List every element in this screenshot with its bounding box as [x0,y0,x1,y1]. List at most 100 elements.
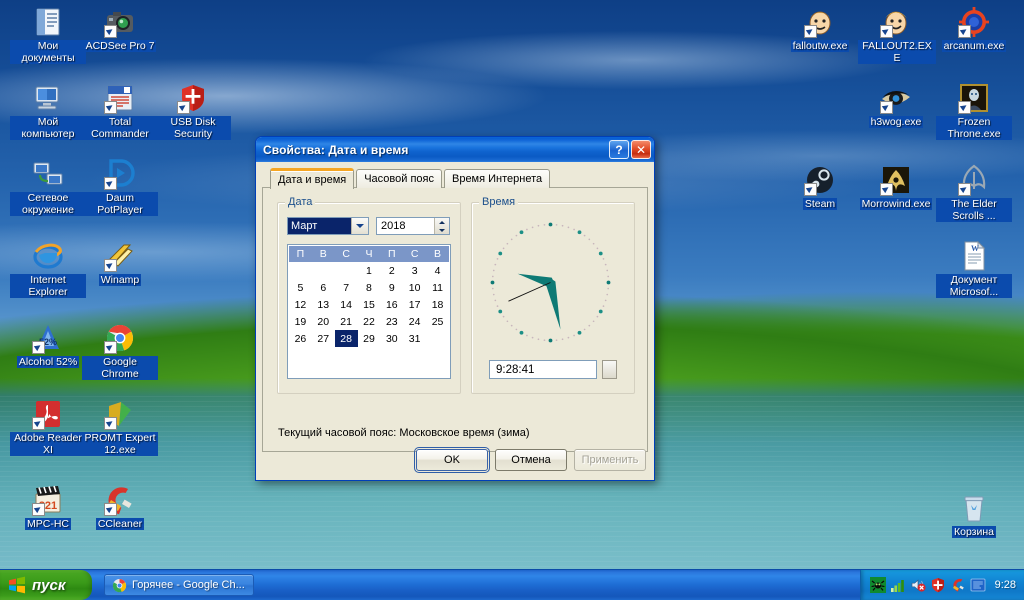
desktop-icon-heroes3-eye[interactable]: h3wog.exe [858,82,934,128]
spinner-down-icon[interactable] [435,226,449,234]
volume-muted-icon[interactable] [910,577,926,593]
desktop-icon-fallout-vaultboy[interactable]: falloutw.exe [782,6,858,52]
calendar-day-17[interactable]: 17 [403,296,426,313]
calendar-day-29[interactable]: 29 [358,330,381,347]
help-button[interactable]: ? [609,140,629,159]
desktop-icon-network-places[interactable]: Сетевое окружение [10,158,86,216]
ok-button[interactable]: OK [414,447,490,473]
network-signal-icon[interactable] [890,577,906,593]
calendar-header-row: ПВСЧПСВ [289,246,449,262]
month-dropdown[interactable]: Март [287,217,369,235]
desktop-icon-google-chrome[interactable]: Google Chrome [82,322,158,380]
desktop-icon-my-computer[interactable]: Мой компьютер [10,82,86,140]
clock-tick [588,238,591,241]
отмена-button[interactable]: Отмена [495,449,567,471]
calendar-day-8[interactable]: 8 [358,279,381,296]
date-time-properties-dialog[interactable]: Свойства: Дата и время ? ✕ Дата и время Ч… [255,136,655,481]
desktop-icon-morrowind[interactable]: Morrowind.exe [858,164,934,210]
desktop-icon-ccleaner[interactable]: CCleaner [82,484,158,530]
time-spinner[interactable] [602,360,617,379]
desktop-icon-word-document[interactable]: W Документ Microsof... [936,240,1012,298]
calendar-day-31[interactable]: 31 [403,330,426,347]
month-dropdown-value: Март [288,218,351,234]
calendar-day-13[interactable]: 13 [312,296,335,313]
calendar-day-15[interactable]: 15 [358,296,381,313]
desktop-icon-potplayer[interactable]: Daum PotPlayer [82,158,158,216]
taskbar-clock[interactable]: 9:28 [995,579,1016,591]
calendar-day-30[interactable]: 30 [380,330,403,347]
desktop-icon-usb-disk-security[interactable]: USB Disk Security [155,82,231,140]
year-spinner[interactable]: 2018 [376,217,450,235]
calendar[interactable]: ПВСЧПСВ 1 2 3 4 5 6 7 8 9 10 11 12 13 14 15 16 17 18 19 20 2… [287,244,451,379]
potplayer-icon [104,158,136,190]
dialog-button-row[interactable]: OK Отмена Применить [414,447,646,473]
tab-3[interactable]: Время Интернета [443,169,551,188]
calendar-day-23[interactable]: 23 [380,313,403,330]
calendar-day-1[interactable]: 1 [358,262,381,279]
calendar-day-21[interactable]: 21 [335,313,358,330]
calendar-day-26[interactable]: 26 [289,330,312,347]
calendar-day-22[interactable]: 22 [358,313,381,330]
desktop-icon-arcanum-gear[interactable]: arcanum.exe [936,6,1012,52]
adobe-reader-icon [32,398,64,430]
calendar-day-14[interactable]: 14 [335,296,358,313]
chevron-down-icon[interactable] [351,218,368,234]
task-button-list[interactable]: Горячее - Google Ch... [104,574,254,596]
taskbar[interactable]: пуск Горячее - Google Ch... 9:28 [0,569,1024,600]
clock-tick [567,336,570,339]
desktop-icon-promt-expert[interactable]: PROMT Expert 12.exe [82,398,158,456]
calendar-day-12[interactable]: 12 [289,296,312,313]
desktop-icon-total-commander[interactable]: Total Commander [82,82,158,140]
calendar-day-2[interactable]: 2 [380,262,403,279]
desktop-icon-my-documents[interactable]: Мои документы [10,6,86,64]
calendar-day-7[interactable]: 7 [335,279,358,296]
desktop-icon-recycle-bin[interactable]: Корзина [936,492,1012,538]
ccleaner-tray-icon[interactable] [950,577,966,593]
time-field[interactable]: 9:28:41 [489,360,597,379]
desktop-icon-frozen-throne[interactable]: Frozen Throne.exe [936,82,1012,140]
calendar-day-24[interactable]: 24 [403,313,426,330]
desktop-icon-mpc-hc[interactable]: 321 MPC-HC [10,484,86,530]
desktop-icon-acdsee[interactable]: ACDSee Pro 7 [82,6,158,52]
clock-tick [531,336,534,339]
calendar-day-16[interactable]: 16 [380,296,403,313]
calendar-day-10[interactable]: 10 [403,279,426,296]
desktop-icon-winamp[interactable]: Winamp [82,240,158,286]
calendar-day-6[interactable]: 6 [312,279,335,296]
tab-1[interactable]: Дата и время [270,168,355,189]
calendar-day-19[interactable]: 19 [289,313,312,330]
calendar-body[interactable]: 1 2 3 4 5 6 7 8 9 10 11 12 13 14 15 16 17 18 19 20 21 22 23 24 2… [289,262,449,347]
word-document-icon: W [958,240,990,272]
calendar-day-3[interactable]: 3 [403,262,426,279]
desktop-icon-internet-explorer[interactable]: Internet Explorer [10,240,86,298]
fallout2-vaultboy-icon [880,6,912,38]
calendar-day-5[interactable]: 5 [289,279,312,296]
security-shield-icon[interactable] [930,577,946,593]
calendar-day-9[interactable]: 9 [380,279,403,296]
tab-2[interactable]: Часовой пояс [356,169,442,188]
dialog-title-bar[interactable]: Свойства: Дата и время ? ✕ [256,137,654,162]
desktop-icon-label: Сетевое окружение [10,192,86,216]
tab-strip[interactable]: Дата и время Часовой пояс Время Интернета [262,168,648,189]
desktop-icon-steam[interactable]: Steam [782,164,858,210]
blue-panel-icon[interactable] [970,577,986,593]
desktop-icon-adobe-reader[interactable]: Adobe Reader XI [10,398,86,456]
start-button[interactable]: пуск [0,570,92,600]
calendar-day-4[interactable]: 4 [426,262,449,279]
desktop-icon-label: CCleaner [95,518,145,530]
desktop-icon-fallout2-vaultboy[interactable]: FALLOUT2.EXE [858,6,936,64]
calendar-day-18[interactable]: 18 [426,296,449,313]
calendar-day-11[interactable]: 11 [426,279,449,296]
drweb-spider-icon[interactable] [869,577,886,593]
year-spinner-arrows[interactable] [434,218,449,234]
desktop-icon-elder-scrolls[interactable]: The Elder Scrolls ... [936,164,1012,222]
calendar-day-28[interactable]: 28 [334,330,358,347]
calendar-day-25[interactable]: 25 [426,313,449,330]
close-button[interactable]: ✕ [631,140,651,159]
calendar-day-20[interactable]: 20 [312,313,335,330]
system-tray[interactable]: 9:28 [859,570,1024,600]
calendar-day-27[interactable]: 27 [312,330,335,347]
task-button[interactable]: Горячее - Google Ch... [104,574,254,596]
spinner-up-icon[interactable] [435,218,449,226]
desktop-icon-alcohol-52[interactable]: 52% Alcohol 52% [10,322,86,368]
